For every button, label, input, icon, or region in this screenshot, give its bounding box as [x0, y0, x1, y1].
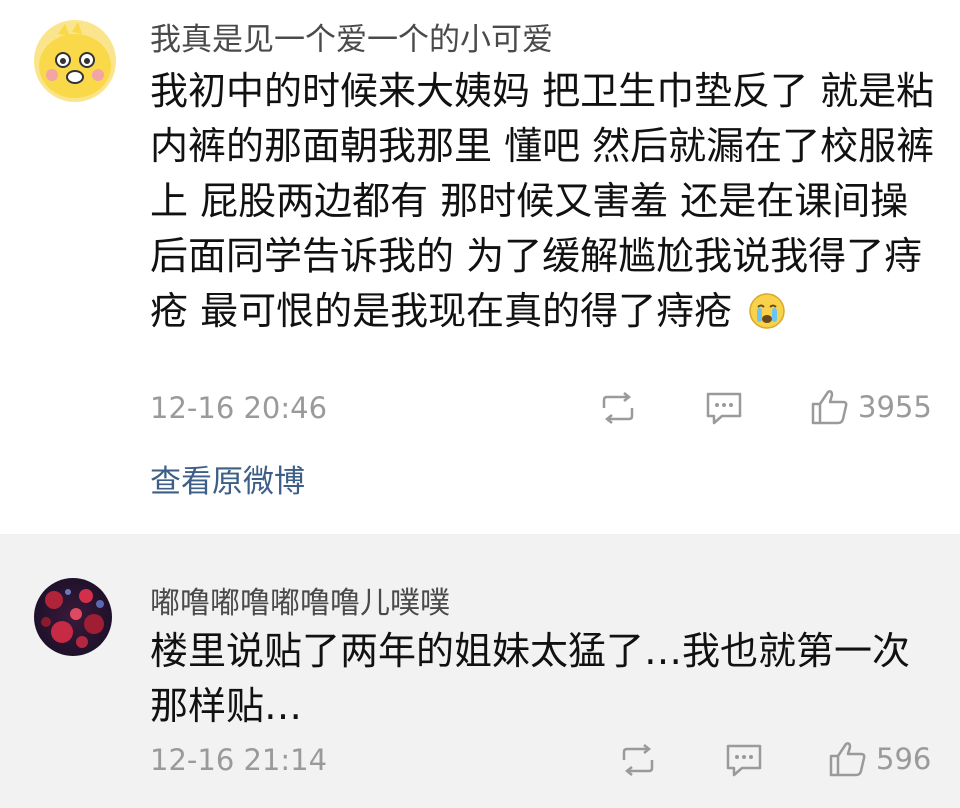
repost-icon: [602, 392, 634, 424]
crying-face-emoji-icon: [748, 290, 786, 345]
like-button[interactable]: 596: [828, 740, 931, 778]
comment-text-content: 我初中的时候来大姨妈 把卫生巾垫反了 就是粘内裤的那面朝我那里 懂吧 然后就漏在…: [150, 69, 935, 333]
avatar[interactable]: [34, 578, 112, 656]
repost-button[interactable]: [618, 742, 658, 778]
like-count: 596: [876, 742, 932, 776]
thumbs-up-icon: [829, 742, 866, 777]
repost-icon: [622, 744, 654, 776]
like-count: 3955: [858, 390, 932, 424]
comment-icon: [726, 744, 762, 777]
comment-timestamp: 12-16 20:46: [150, 391, 328, 425]
comment-text: 楼里说贴了两年的姐妹太猛了…我也就第一次那样贴…: [150, 624, 940, 734]
pattern-avatar-icon: [34, 578, 112, 656]
comment-button[interactable]: [704, 390, 744, 426]
like-button[interactable]: 3955: [810, 388, 932, 426]
repost-button[interactable]: [598, 390, 638, 426]
thumbs-up-icon: [811, 390, 848, 425]
duck-avatar-icon: [34, 20, 116, 102]
comment-item: 我真是见一个爱一个的小可爱 我初中的时候来大姨妈 把卫生巾垫反了 就是粘内裤的那…: [0, 0, 960, 534]
comment-button[interactable]: [724, 742, 764, 778]
comment-timestamp: 12-16 21:14: [150, 743, 328, 777]
comment-username[interactable]: 嘟噜嘟噜嘟噜噜儿噗噗: [150, 584, 450, 624]
comment-text: 我初中的时候来大姨妈 把卫生巾垫反了 就是粘内裤的那面朝我那里 懂吧 然后就漏在…: [150, 64, 940, 345]
comment-username[interactable]: 我真是见一个爱一个的小可爱: [150, 20, 553, 60]
comment-text-content: 楼里说贴了两年的姐妹太猛了…我也就第一次那样贴…: [150, 629, 911, 728]
view-original-weibo-link[interactable]: 查看原微博: [150, 462, 305, 502]
comment-item: 嘟噜嘟噜嘟噜噜儿噗噗 楼里说贴了两年的姐妹太猛了…我也就第一次那样贴… 12-1…: [0, 534, 960, 808]
avatar[interactable]: [34, 20, 116, 102]
comment-icon: [706, 392, 742, 425]
